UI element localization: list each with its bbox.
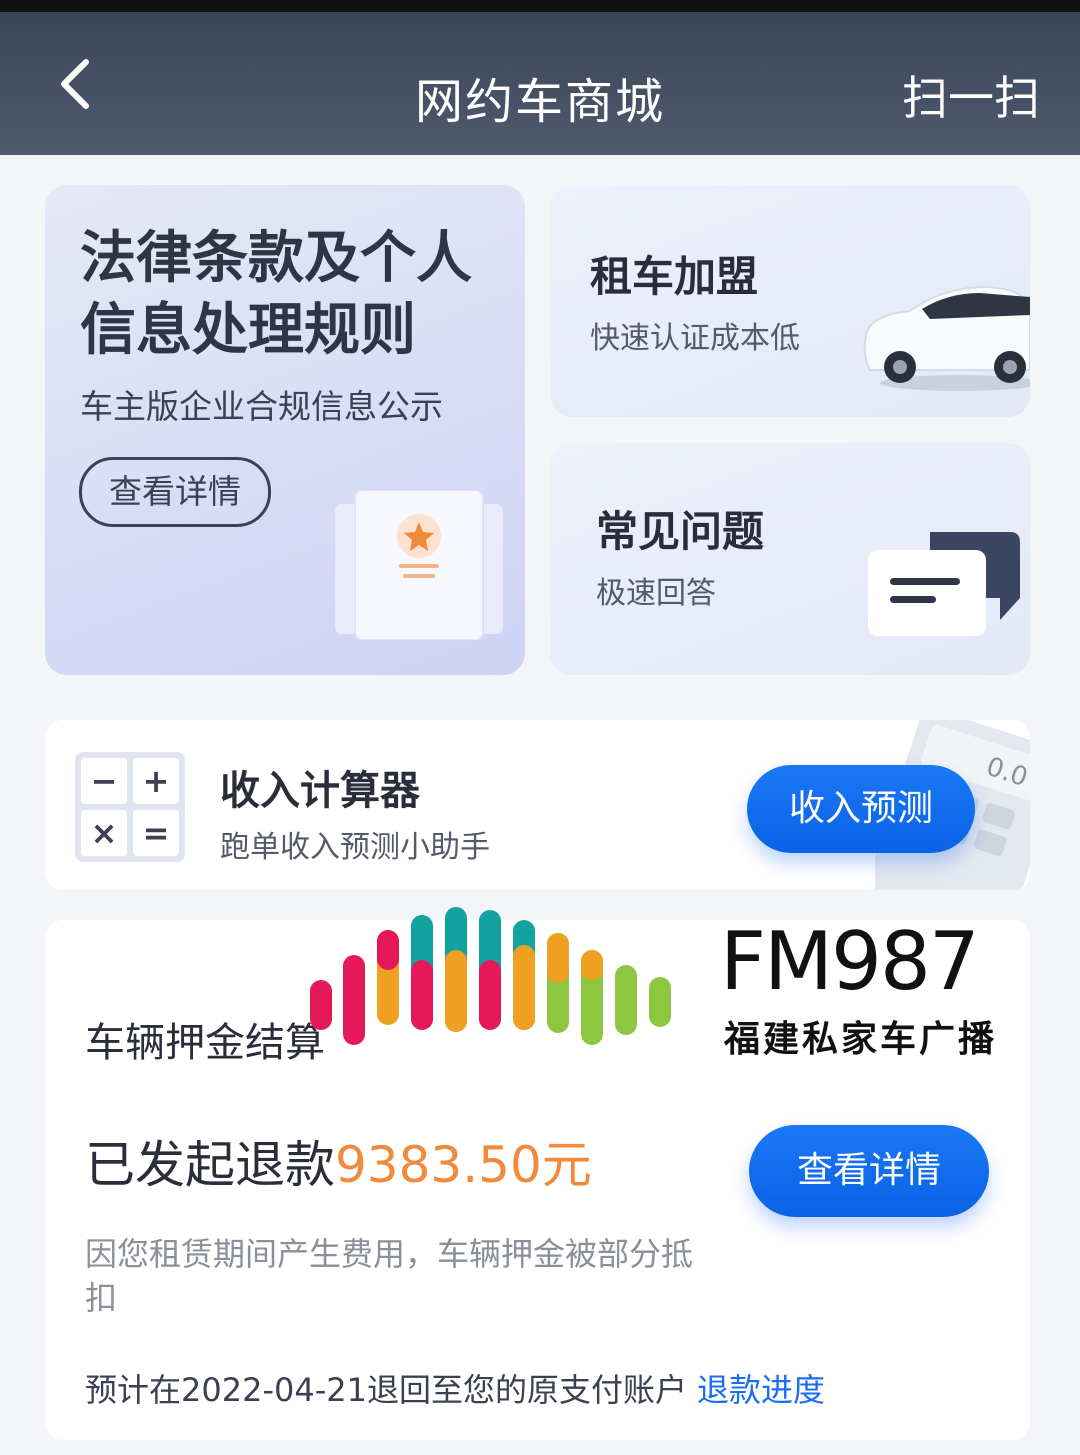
- car-icon: [863, 285, 1030, 391]
- chat-bubbles-icon: [868, 532, 1020, 636]
- deposit-note: 因您租赁期间产生费用，车辆押金被部分抵扣: [85, 1235, 694, 1317]
- refund-eta-text: 预计在2022-04-21退回至您的原支付账户: [85, 1371, 687, 1409]
- faq-subtitle: 极速回答: [596, 576, 716, 611]
- legal-title: 法律条款及个人信息处理规则: [80, 226, 472, 363]
- watermark-station: 福建私家车广播: [724, 1019, 998, 1060]
- calculator-subtitle: 跑单收入预测小助手: [220, 830, 490, 865]
- calc-key-minus: −: [91, 762, 118, 800]
- watermark-brand: FM987: [720, 915, 980, 1008]
- rent-title: 租车加盟: [590, 252, 759, 301]
- faq-card[interactable]: 常见问题 极速回答: [550, 443, 1030, 675]
- calc-key-equals: =: [143, 814, 170, 852]
- legal-detail-button[interactable]: 查看详情: [79, 457, 271, 527]
- rent-join-card[interactable]: 租车加盟 快速认证成本低: [550, 185, 1030, 417]
- deposit-detail-button[interactable]: 查看详情: [749, 1125, 989, 1217]
- calc-key-plus: +: [143, 762, 170, 800]
- calculator-title: 收入计算器: [220, 768, 420, 814]
- refund-progress-link[interactable]: 退款进度: [697, 1371, 825, 1409]
- main-content: 法律条款及个人信息处理规则 车主版企业合规信息公示 查看详情 租车加盟 快速认证…: [0, 155, 1080, 1455]
- document-icon: [335, 490, 503, 640]
- status-strip: [0, 0, 1080, 12]
- refund-prefix: 已发起退款: [85, 1136, 335, 1194]
- rent-subtitle: 快速认证成本低: [590, 321, 800, 356]
- income-calculator-card: − + × = 收入计算器 跑单收入预测小助手 0.0 收入预测: [45, 720, 1030, 890]
- refund-status: 已发起退款9383.50元: [85, 1125, 592, 1197]
- deposit-title: 车辆押金结算: [85, 1020, 325, 1066]
- income-forecast-button[interactable]: 收入预测: [747, 765, 975, 853]
- calculator-icon: − + × =: [75, 752, 185, 862]
- legal-card[interactable]: 法律条款及个人信息处理规则 车主版企业合规信息公示 查看详情: [45, 185, 525, 675]
- scan-button[interactable]: 扫一扫: [902, 62, 1040, 128]
- refund-amount: 9383.50元: [335, 1136, 592, 1194]
- calc-key-times: ×: [91, 814, 118, 852]
- deposit-footer: 预计在2022-04-21退回至您的原支付账户 退款进度: [85, 1365, 825, 1411]
- app-header: 网约车商城 扫一扫: [0, 12, 1080, 155]
- fm-logo-bars: [310, 907, 671, 1045]
- faq-title: 常见问题: [596, 507, 765, 556]
- legal-subtitle: 车主版企业合规信息公示: [80, 387, 443, 426]
